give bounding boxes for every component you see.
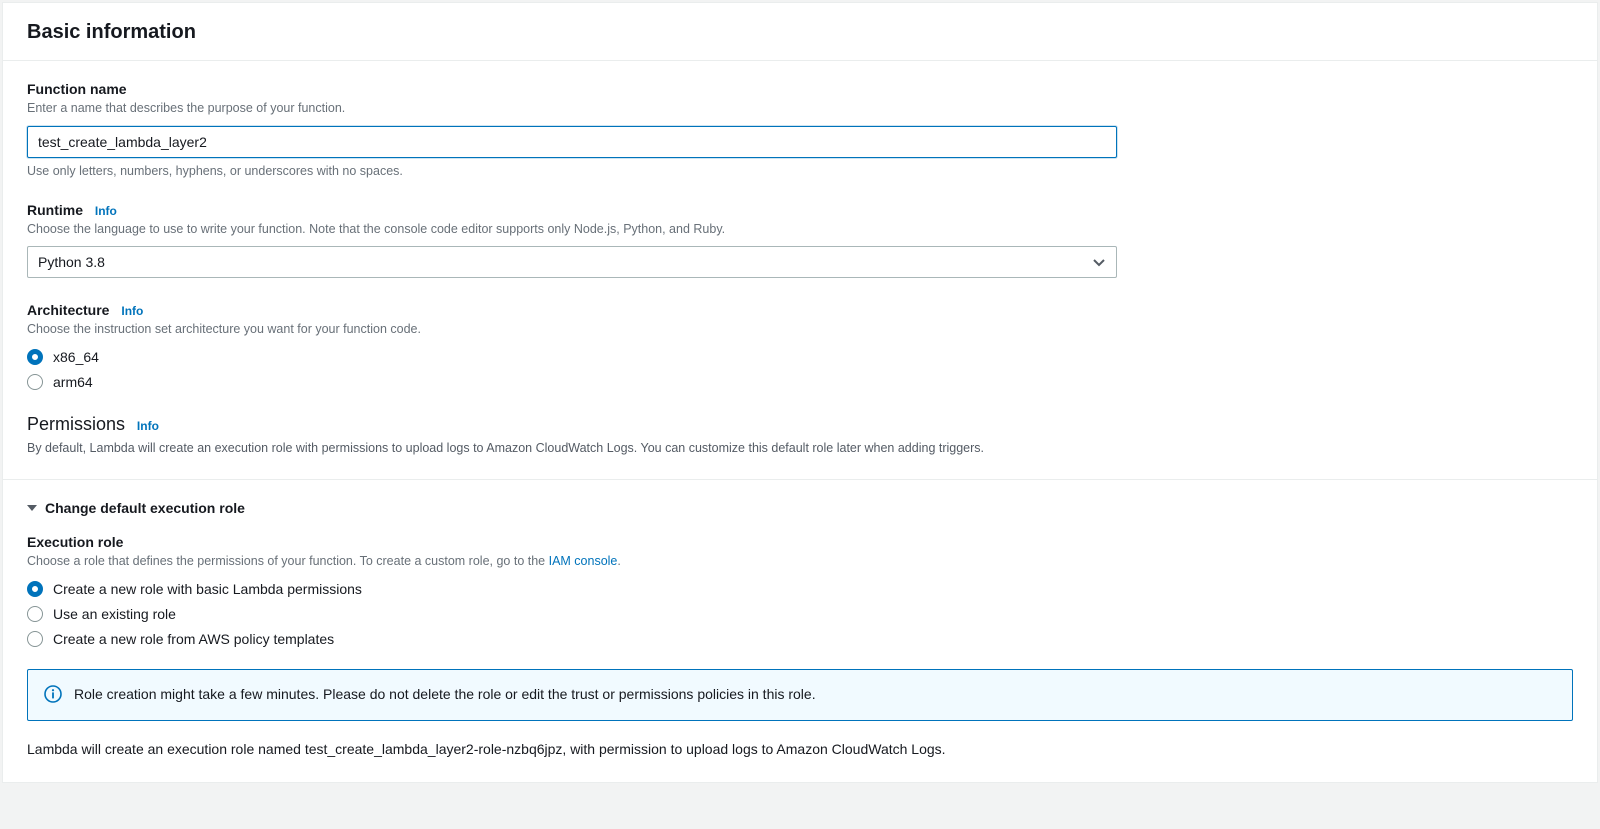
architecture-radio-group: x86_64 arm64 [27,349,1117,390]
execution-role-toggle[interactable]: Change default execution role [27,500,1573,516]
architecture-info-link[interactable]: Info [121,304,143,318]
permissions-heading: Permissions [27,414,125,434]
permissions-group: Permissions Info By default, Lambda will… [27,414,1117,458]
execution-role-option-policy-template[interactable]: Create a new role from AWS policy templa… [27,631,1573,647]
radio-icon [27,349,43,365]
permissions-desc: By default, Lambda will create an execut… [27,439,1117,458]
function-name-hint: Use only letters, numbers, hyphens, or u… [27,164,1117,178]
execution-role-section: Change default execution role Execution … [3,479,1597,782]
radio-icon [27,374,43,390]
execution-role-option-label: Create a new role with basic Lambda perm… [53,581,362,597]
triangle-down-icon [27,505,37,511]
execution-role-label: Execution role [27,534,123,550]
architecture-option-label: arm64 [53,374,93,390]
execution-role-help-prefix: Choose a role that defines the permissio… [27,554,549,568]
role-creation-alert-text: Role creation might take a few minutes. … [74,684,816,704]
execution-role-help: Choose a role that defines the permissio… [27,553,1573,571]
function-name-group: Function name Enter a name that describe… [27,81,1117,178]
execution-role-option-label: Create a new role from AWS policy templa… [53,631,334,647]
panel-title: Basic information [27,21,1573,44]
function-name-label: Function name [27,81,127,97]
runtime-select-wrapper: Python 3.8 [27,246,1117,278]
runtime-help: Choose the language to use to write your… [27,221,1117,239]
architecture-option-x8664[interactable]: x86_64 [27,349,1117,365]
architecture-option-arm64[interactable]: arm64 [27,374,1117,390]
basic-information-panel: Basic information Function name Enter a … [2,2,1598,783]
panel-body: Function name Enter a name that describe… [3,61,1597,479]
iam-console-link[interactable]: IAM console [549,554,618,568]
execution-role-option-label: Use an existing role [53,606,176,622]
architecture-option-label: x86_64 [53,349,99,365]
execution-role-help-suffix: . [617,554,620,568]
runtime-group: Runtime Info Choose the language to use … [27,202,1117,279]
function-name-input[interactable] [27,126,1117,158]
execution-role-radio-group: Create a new role with basic Lambda perm… [27,581,1573,647]
execution-role-expand-title: Change default execution role [45,500,245,516]
info-icon [44,685,62,706]
runtime-info-link[interactable]: Info [95,204,117,218]
radio-icon [27,606,43,622]
permissions-info-link[interactable]: Info [137,419,159,433]
execution-role-body: Execution role Choose a role that define… [27,534,1573,760]
panel-header: Basic information [3,3,1597,61]
function-name-help: Enter a name that describes the purpose … [27,100,1117,118]
radio-icon [27,631,43,647]
execution-role-option-existing[interactable]: Use an existing role [27,606,1573,622]
runtime-label: Runtime [27,202,83,218]
architecture-help: Choose the instruction set architecture … [27,321,1117,339]
architecture-group: Architecture Info Choose the instruction… [27,302,1117,390]
runtime-select[interactable]: Python 3.8 [27,246,1117,278]
role-creation-description: Lambda will create an execution role nam… [27,739,1573,760]
radio-icon [27,581,43,597]
role-creation-alert: Role creation might take a few minutes. … [27,669,1573,721]
architecture-label: Architecture [27,302,109,318]
execution-role-option-new-basic[interactable]: Create a new role with basic Lambda perm… [27,581,1573,597]
